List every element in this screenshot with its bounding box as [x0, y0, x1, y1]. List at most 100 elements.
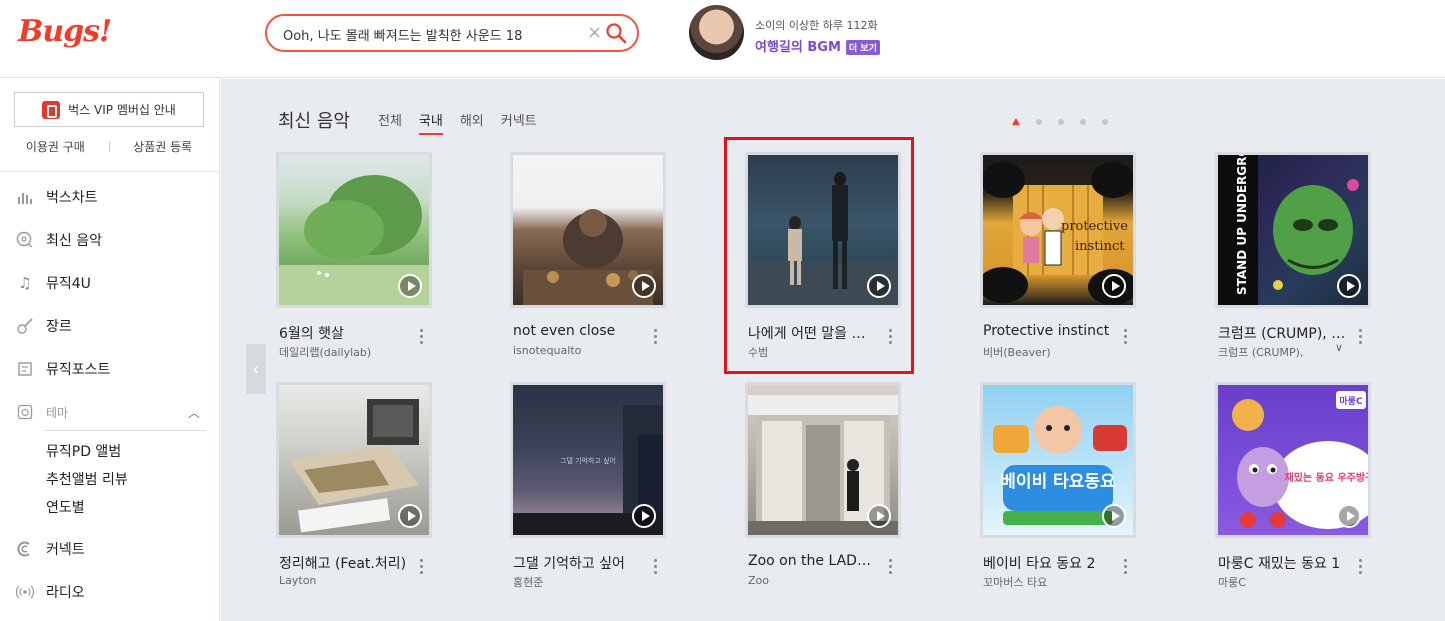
sidebar-item-music-post[interactable]: 뮤직포스트 [16, 359, 206, 379]
more-options-icon[interactable] [653, 559, 659, 579]
album-cover[interactable]: STAND UP UNDERGROUND [1218, 155, 1368, 305]
sidebar-subitem-music-pd[interactable]: 뮤직PD 앨범 [46, 441, 121, 461]
album-title[interactable]: 그댈 기억하고 싶어 [513, 553, 643, 573]
play-button[interactable] [867, 274, 891, 298]
more-options-icon[interactable] [653, 329, 659, 349]
album-artist[interactable]: Layton [279, 574, 404, 587]
page-dot[interactable] [1036, 118, 1042, 125]
play-button[interactable] [1337, 274, 1361, 298]
album-artist[interactable]: 데일리랩(dailylab) [279, 344, 404, 360]
album-title[interactable]: 크럼프 (CRUMP), VI... [1218, 323, 1348, 343]
album-artist[interactable]: 비버(Beaver) [983, 344, 1108, 360]
album-card[interactable]: 6월의 햇살 데일리랩(dailylab) [279, 155, 439, 359]
album-title[interactable]: not even close [513, 323, 643, 339]
search-box[interactable]: × [265, 14, 639, 52]
chevron-down-icon[interactable]: ∨ [1335, 341, 1343, 354]
album-cover[interactable]: 그댈 기억하고 싶어 [513, 385, 663, 535]
promo-more-badge[interactable]: 더 보기 [845, 40, 880, 55]
album-title[interactable]: 마룽C 재밌는 동요 1 [1218, 553, 1348, 573]
album-card[interactable]: 베이비 타요동요 베이비 타요 동요 2 꼬마버스 타요 [983, 385, 1143, 589]
more-options-icon[interactable] [1358, 329, 1364, 349]
play-button[interactable] [1337, 504, 1361, 528]
promo-title[interactable]: 여행길의 BGM 더 보기 [755, 36, 880, 55]
bugs-logo[interactable]: Bugs! [18, 14, 112, 49]
album-artist[interactable]: Zoo [748, 574, 873, 587]
play-button[interactable] [398, 274, 422, 298]
chevron-up-icon[interactable]: ︿ [188, 404, 200, 421]
sidebar-item-label: 라디오 [46, 585, 85, 601]
tab-connect[interactable]: 커넥트 [501, 110, 537, 135]
album-cover[interactable] [748, 155, 898, 305]
sidebar-item-chart[interactable]: 벅스차트 [16, 187, 206, 207]
sidebar-item-theme[interactable]: 테마 [16, 403, 206, 421]
tab-overseas[interactable]: 해외 [460, 110, 484, 135]
album-title[interactable]: Protective instinct [983, 323, 1113, 339]
play-button[interactable] [1102, 504, 1126, 528]
sidebar-item-label: 벅스차트 [46, 190, 98, 206]
album-artist[interactable]: isnotequalto [513, 344, 638, 357]
more-options-icon[interactable] [1123, 329, 1129, 349]
album-card[interactable]: protective instinct Protective instinct 비… [983, 155, 1143, 359]
sidebar-item-genre[interactable]: 장르 [16, 316, 206, 336]
album-title[interactable]: Zoo on the LADEAT ... [748, 553, 878, 569]
page-indicator [1012, 118, 1108, 125]
album-card[interactable]: Zoo on the LADEAT ... Zoo [748, 385, 908, 587]
play-button[interactable] [632, 274, 656, 298]
page-dot-active[interactable] [1012, 118, 1020, 125]
album-artist[interactable]: 꼬마버스 타요 [983, 574, 1108, 590]
album-card[interactable]: not even close isnotequalto [513, 155, 673, 357]
search-icon[interactable] [605, 22, 627, 44]
play-button[interactable] [867, 504, 891, 528]
more-options-icon[interactable] [419, 559, 425, 579]
buy-pass-link[interactable]: 이용권 구매 [26, 138, 85, 155]
album-card[interactable]: 정리해고 (Feat.처리) Layton [279, 385, 439, 587]
album-card[interactable]: 마룽C 재밌는 동요 우주방귀송 마룽C 재밌는 동요 1 마룽C [1218, 385, 1378, 589]
tab-domestic[interactable]: 국내 [418, 110, 443, 135]
promo-banner[interactable]: 소이의 이상한 하루 112화 여행길의 BGM 더 보기 [689, 5, 989, 63]
album-artist[interactable]: 마룽C [1218, 574, 1343, 590]
play-button[interactable] [632, 504, 656, 528]
prev-arrow-button[interactable]: ‹ [246, 344, 266, 394]
album-title[interactable]: 나에게 어떤 말을 하려 ... [748, 323, 878, 343]
register-voucher-link[interactable]: 상품권 등록 [133, 138, 192, 155]
album-cover[interactable]: protective instinct [983, 155, 1133, 305]
album-cover[interactable] [513, 155, 663, 305]
new-music-icon [16, 231, 34, 249]
more-options-icon[interactable] [888, 329, 894, 349]
tab-all[interactable]: 전체 [378, 110, 402, 135]
sidebar-item-music4u[interactable]: ♫ 뮤직4U [16, 273, 206, 293]
album-cover[interactable] [748, 385, 898, 535]
album-card[interactable]: STAND UP UNDERGROUND 크럼프 (CRUMP), VI... … [1218, 155, 1378, 359]
play-button[interactable] [1102, 274, 1126, 298]
more-options-icon[interactable] [419, 329, 425, 349]
album-title[interactable]: 정리해고 (Feat.처리) [279, 553, 409, 573]
page-dot[interactable] [1080, 118, 1086, 125]
album-artist[interactable]: 수범 [748, 344, 873, 360]
play-button[interactable] [398, 504, 422, 528]
search-input[interactable] [283, 24, 583, 44]
section-title: 최신 음악 [278, 111, 350, 132]
sidebar-item-radio[interactable]: 라디오 [16, 582, 206, 602]
page-dot[interactable] [1058, 118, 1064, 125]
vip-membership-button[interactable]: 벅스 VIP 멤버십 안내 [14, 92, 204, 127]
album-cover[interactable] [279, 385, 429, 535]
album-cover[interactable] [279, 155, 429, 305]
sidebar-subitem-by-year[interactable]: 연도별 [46, 497, 85, 517]
album-card[interactable]: 그댈 기억하고 싶어 그댈 기억하고 싶어 홍현준 [513, 385, 673, 589]
album-title[interactable]: 베이비 타요 동요 2 [983, 553, 1113, 573]
sidebar-subitem-album-review[interactable]: 추천앨범 리뷰 [46, 469, 128, 489]
clear-icon[interactable]: × [587, 22, 602, 43]
album-title[interactable]: 6월의 햇살 [279, 323, 409, 343]
sidebar-item-label: 최신 음악 [46, 233, 102, 249]
album-artist[interactable]: 크럼프 (CRUMP), [1218, 344, 1343, 360]
album-cover[interactable]: 베이비 타요동요 [983, 385, 1133, 535]
more-options-icon[interactable] [888, 559, 894, 579]
page-dot[interactable] [1102, 118, 1108, 125]
more-options-icon[interactable] [1123, 559, 1129, 579]
sidebar-item-connect[interactable]: 커넥트 [16, 539, 206, 559]
sidebar-item-new-music[interactable]: 최신 음악 [16, 230, 206, 250]
more-options-icon[interactable] [1358, 559, 1364, 579]
album-artist[interactable]: 홍현준 [513, 574, 638, 590]
album-cover[interactable]: 마룽C 재밌는 동요 우주방귀송 [1218, 385, 1368, 535]
album-card[interactable]: 나에게 어떤 말을 하려 ... 수범 [748, 155, 908, 359]
